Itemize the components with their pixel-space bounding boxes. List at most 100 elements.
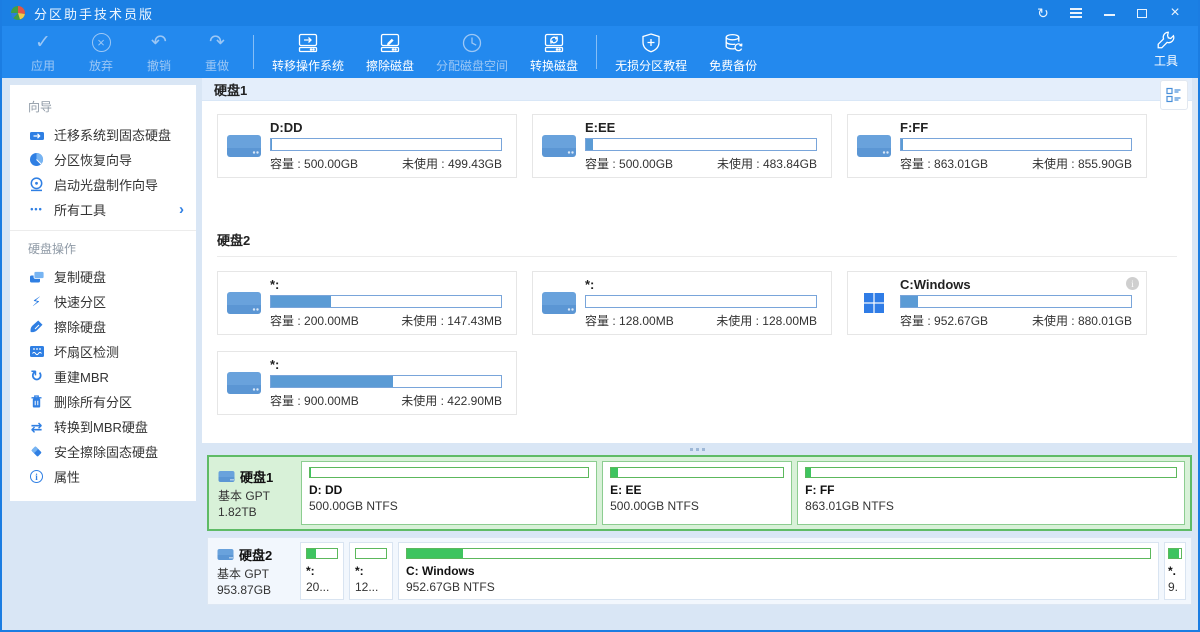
undo-icon: ↶ (151, 31, 167, 55)
usage-bar (270, 138, 502, 151)
disk1-label[interactable]: 硬盘1 基本 GPT 1.82TB (214, 461, 296, 525)
discard-button[interactable]: × 放弃 (72, 26, 130, 78)
partition-card-c-windows[interactable]: i C:Windows 容量 : 952.67GB 未使用 : 880.01GB (847, 271, 1147, 335)
disk-icon (217, 548, 234, 561)
drive-arrow-icon (28, 127, 45, 143)
capacity-text: 容量 : 900.00MB (270, 392, 359, 409)
sidebar-item-bad-sector-check[interactable]: 坏扇区检测 (10, 339, 196, 364)
free-backup-button[interactable]: 免费备份 (698, 26, 768, 78)
pie-recovery-icon (28, 152, 45, 168)
disk-scan-icon (28, 344, 45, 360)
allocate-space-button[interactable]: 分配磁盘空间 (425, 26, 519, 78)
titlebar: 分区助手技术员版 ↻ × (2, 0, 1198, 26)
sidebar-item-label: 转换到MBR硬盘 (54, 417, 148, 436)
chevron-right-icon: › (179, 201, 184, 218)
partition-card-reserved2[interactable]: *: 容量 : 128.00MB 未使用 : 128.00MB (532, 271, 832, 335)
partition-card-d[interactable]: D:DD 容量 : 500.00GB 未使用 : 499.43GB (217, 114, 517, 178)
disk-map-partition-e[interactable]: E: EE 500.00GB NTFS (602, 461, 792, 525)
partition-name: C:Windows (900, 277, 1132, 292)
sidebar-item-delete-all-partitions[interactable]: 删除所有分区 (10, 389, 196, 414)
disk-eraser-icon (378, 31, 402, 55)
wipe-disk-button[interactable]: 擦除磁盘 (355, 26, 425, 78)
sidebar-item-label: 快速分区 (54, 292, 106, 311)
sidebar-item-secure-erase-ssd[interactable]: 安全擦除固态硬盘 (10, 439, 196, 464)
partition-tutorial-button[interactable]: 无损分区教程 (604, 26, 698, 78)
sidebar-item-quick-partition[interactable]: ⚡ 快速分区 (10, 289, 196, 314)
partition-card-recovery[interactable]: *: 容量 : 900.00MB 未使用 : 422.90MB (217, 351, 517, 415)
disk-map-partition-f[interactable]: F: FF 863.01GB NTFS (797, 461, 1185, 525)
tools-button[interactable]: 工具 (1148, 27, 1184, 71)
disk-size: 1.82TB (218, 505, 296, 519)
database-refresh-icon (721, 31, 745, 55)
partition-name: *: (270, 277, 502, 292)
sidebar-item-rebuild-mbr[interactable]: ↻ 重建MBR (10, 364, 196, 389)
sidebar: 向导 迁移系统到固态硬盘 分区恢复向导 启动光盘制作向导 ••• 所有工具 › … (10, 85, 196, 501)
usage-bar (585, 295, 817, 308)
disk-type: 基本 GPT (218, 487, 296, 504)
unused-text: 未使用 : 422.90MB (401, 392, 502, 409)
partition-card-e[interactable]: E:EE 容量 : 500.00GB 未使用 : 483.84GB (532, 114, 832, 178)
maximize-icon[interactable] (1135, 5, 1149, 21)
drive-icon (533, 290, 585, 317)
partition-card-reserved1[interactable]: *: 容量 : 200.00MB 未使用 : 147.43MB (217, 271, 517, 335)
usage-bar (900, 138, 1132, 151)
ellipsis-icon: ••• (28, 202, 45, 218)
toolbar: ✓ 应用 × 放弃 ↶ 撤销 ↷ 重做 转移操作系统 (2, 26, 1198, 78)
usage-bar (270, 375, 502, 388)
usage-mini-bar (309, 467, 589, 478)
usage-mini-bar (355, 548, 387, 559)
migrate-os-button[interactable]: 转移操作系统 (261, 26, 355, 78)
usage-mini-bar (306, 548, 338, 559)
sidebar-item-copy-disk[interactable]: 复制硬盘 (10, 264, 196, 289)
sidebar-item-bootable-media[interactable]: 启动光盘制作向导 (10, 172, 196, 197)
unused-text: 未使用 : 128.00MB (716, 312, 817, 329)
disk-name: 硬盘2 (239, 545, 272, 564)
usage-mini-bar (406, 548, 1151, 559)
unused-text: 未使用 : 483.84GB (717, 155, 817, 172)
disk2-cards-row1: *: 容量 : 200.00MB 未使用 : 147.43MB *: 容量 (202, 271, 1192, 335)
window-title: 分区助手技术员版 (34, 4, 154, 23)
main-panel: 硬盘1 D:DD 容量 : 500.00GB 未使用 : 499.43GB (202, 78, 1192, 443)
sidebar-item-convert-to-mbr[interactable]: ⇄ 转换到MBR硬盘 (10, 414, 196, 439)
convert-arrows-icon: ⇄ (28, 419, 45, 435)
lightning-icon: ⚡ (28, 294, 45, 310)
drive-icon (218, 370, 270, 397)
sidebar-item-wipe-hard-drive[interactable]: 擦除硬盘 (10, 314, 196, 339)
usage-mini-bar (805, 467, 1177, 478)
disk-map-partition-reserved1[interactable]: *: 20... (300, 542, 344, 600)
info-icon[interactable]: i (1126, 277, 1139, 290)
sidebar-item-partition-recovery[interactable]: 分区恢复向导 (10, 147, 196, 172)
disk-map-partition-recovery[interactable]: *. 9. (1164, 542, 1186, 600)
wrench-icon (1155, 29, 1177, 51)
sidebar-item-label: 坏扇区检测 (54, 342, 119, 361)
toolbar-separator (596, 35, 597, 69)
view-toggle-button[interactable] (1160, 80, 1188, 110)
convert-disk-button[interactable]: 转换磁盘 (519, 26, 589, 78)
disk2-label[interactable]: 硬盘2 基本 GPT 953.87GB (213, 542, 295, 600)
redo-button[interactable]: ↷ 重做 (188, 26, 246, 78)
drive-icon (218, 133, 270, 160)
undo-button[interactable]: ↶ 撤销 (130, 26, 188, 78)
disk-map-partition-d[interactable]: D: DD 500.00GB NTFS (301, 461, 597, 525)
capacity-text: 容量 : 200.00MB (270, 312, 359, 329)
minimize-icon[interactable] (1102, 5, 1116, 21)
sidebar-item-migrate-to-ssd[interactable]: 迁移系统到固态硬盘 (10, 122, 196, 147)
menu-icon[interactable] (1069, 5, 1083, 21)
app-window: 分区助手技术员版 ↻ × ✓ 应用 × 放弃 ↶ 撤销 ↷ 重做 (0, 0, 1200, 632)
usage-bar (585, 138, 817, 151)
disk-map-partition-c[interactable]: C: Windows 952.67GB NTFS (398, 542, 1159, 600)
refresh-icon[interactable]: ↻ (1036, 5, 1050, 21)
sidebar-item-all-tools[interactable]: ••• 所有工具 › (10, 197, 196, 222)
sidebar-item-properties[interactable]: i 属性 (10, 464, 196, 489)
capacity-text: 容量 : 500.00GB (270, 155, 358, 172)
copy-disk-icon (28, 269, 45, 285)
sidebar-item-label: 擦除硬盘 (54, 317, 106, 336)
close-icon[interactable]: × (1168, 5, 1182, 21)
sidebar-section-wizards: 向导 (10, 89, 196, 122)
usage-mini-bar (610, 467, 784, 478)
usage-bar (900, 295, 1132, 308)
apply-button[interactable]: ✓ 应用 (14, 26, 72, 78)
panel-splitter-handle[interactable] (202, 443, 1192, 455)
disk-map-partition-reserved2[interactable]: *: 12... (349, 542, 393, 600)
partition-card-f[interactable]: F:FF 容量 : 863.01GB 未使用 : 855.90GB (847, 114, 1147, 178)
